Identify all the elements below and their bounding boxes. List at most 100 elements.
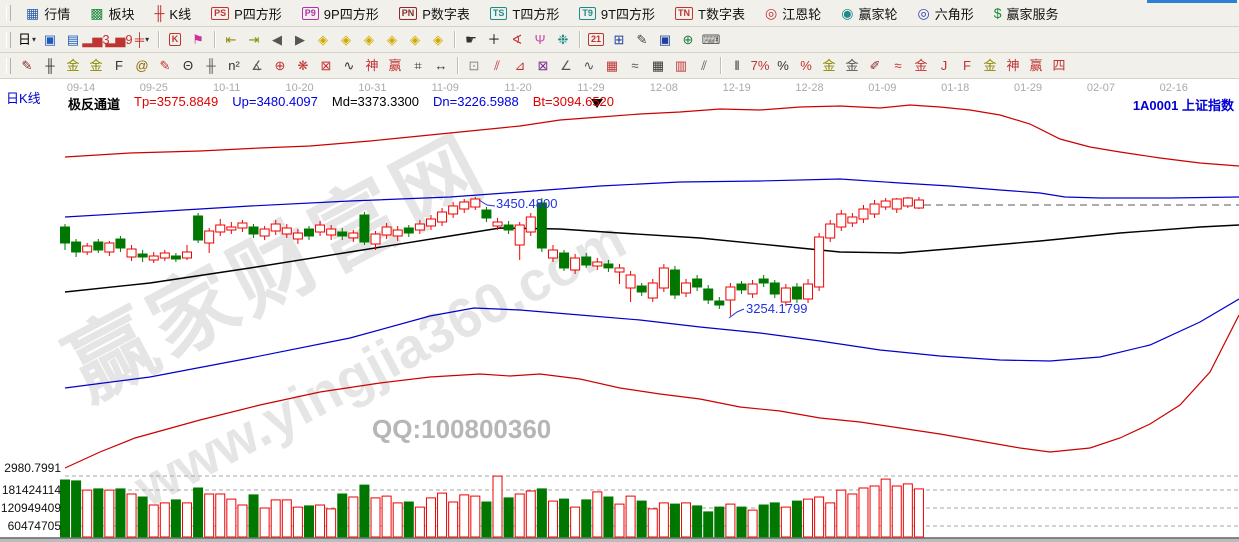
menu-item-quotes[interactable]: ▦行情	[17, 1, 79, 25]
menu-item-yingjia-service[interactable]: $赢家服务	[985, 1, 1068, 25]
gold-red-button[interactable]: 金	[910, 56, 932, 76]
bars-9-button[interactable]: ▂▅9	[108, 30, 130, 50]
golden-section-2-button[interactable]: 金	[85, 56, 107, 76]
shen-angle-icon: 神	[1006, 59, 1019, 73]
ray-fan-button[interactable]: ⫽	[486, 56, 508, 76]
grid-tool-button[interactable]: ▦	[601, 56, 623, 76]
go-first-button[interactable]: ⇤	[220, 30, 242, 50]
gold-angle-button[interactable]: 金	[979, 56, 1001, 76]
percent-button[interactable]: %	[772, 56, 794, 76]
menu-item-p-number-table[interactable]: PNP数字表	[390, 1, 479, 25]
menu-item-label: K线	[169, 4, 191, 23]
h-measure-button[interactable]: ↔	[430, 56, 452, 76]
diamond-all-button[interactable]: ◈	[427, 30, 449, 50]
vert-lines-button[interactable]: ╫	[39, 56, 61, 76]
save-button[interactable]: ▣	[654, 30, 676, 50]
volume-bar	[881, 479, 890, 537]
network-chart-button[interactable]: ▣	[39, 30, 61, 50]
gold-circle-button[interactable]: 金	[818, 56, 840, 76]
draw-pencil-2-button[interactable]: ✎	[154, 56, 176, 76]
print-button[interactable]: ⌨	[700, 30, 722, 50]
candle-edit-button[interactable]: ✐	[864, 56, 886, 76]
j-angle-button[interactable]: J	[933, 56, 955, 76]
time-lines-button[interactable]: ╫	[200, 56, 222, 76]
menu-item-9t-square[interactable]: T99T四方形	[570, 1, 664, 25]
menu-item-p-square[interactable]: PSP四方形	[202, 1, 291, 25]
candle-body	[449, 206, 458, 214]
crosshair-button[interactable]: ＋	[483, 30, 505, 50]
f-angle-button[interactable]: F	[956, 56, 978, 76]
toolbar-grip	[6, 58, 11, 74]
grid-tool-3-button[interactable]: ▥	[670, 56, 692, 76]
scale-bars-button[interactable]: ‖	[726, 56, 748, 76]
cycle-circle-button[interactable]: Θ	[177, 56, 199, 76]
go-last-button[interactable]: ⇥	[243, 30, 265, 50]
diamond-left-button[interactable]: ◈	[312, 30, 334, 50]
menu-item-t-square[interactable]: TST四方形	[481, 1, 568, 25]
menu-item-yingjia-wheel[interactable]: ◉赢家轮	[832, 1, 906, 25]
period-day-button[interactable]: 日▾	[16, 30, 38, 50]
gold-line-button[interactable]: 金	[841, 56, 863, 76]
hand-tool-button[interactable]: ☛	[460, 30, 482, 50]
fibonacci-button[interactable]: F	[108, 56, 130, 76]
parallel-lines-button[interactable]: ⫽	[693, 56, 715, 76]
diamond-h-collapse-button[interactable]: ◈	[381, 30, 403, 50]
ying-angle-button[interactable]: 赢	[1025, 56, 1047, 76]
candle-style-button[interactable]: ╪▾	[131, 30, 153, 50]
angle-line-button[interactable]: ∡	[246, 56, 268, 76]
box-rays-button[interactable]: ⊿	[509, 56, 531, 76]
angle-tool-button[interactable]: ∢	[506, 30, 528, 50]
volume-bar	[637, 501, 646, 537]
wave-mark-button[interactable]: ∿	[338, 56, 360, 76]
kline-chart[interactable]: 赢家财富网www.yingjia360.comQQ:1008003603450.…	[0, 0, 1239, 541]
calendar-button[interactable]: 21	[585, 30, 607, 50]
menu-item-hexagon[interactable]: ◎六角形	[908, 1, 982, 25]
grid-123-button[interactable]: ⌗	[407, 56, 429, 76]
percent-line-button[interactable]: %	[795, 56, 817, 76]
four-angle-button[interactable]: 四	[1048, 56, 1070, 76]
percent-icon: %	[777, 59, 789, 73]
candle-body	[304, 229, 313, 236]
spiral-button[interactable]: @	[131, 56, 153, 76]
web-link-button[interactable]: ⊕	[677, 30, 699, 50]
menu-item-t-number-table[interactable]: TNT数字表	[666, 1, 754, 25]
menu-item-kline[interactable]: ╫K线	[146, 1, 201, 25]
n-square-button[interactable]: n²	[223, 56, 245, 76]
menu-item-sectors[interactable]: ▩板块	[81, 1, 143, 25]
diamond-v-expand-button[interactable]: ◈	[404, 30, 426, 50]
spider-web-button[interactable]: ❋	[292, 56, 314, 76]
bars-3-button[interactable]: ▂▅3	[85, 30, 107, 50]
wave-lines-button[interactable]: ∿	[578, 56, 600, 76]
grid-x-button[interactable]: ⊠	[315, 56, 337, 76]
bars-9-icon: ▂▅9	[105, 33, 132, 47]
fan-lines-button[interactable]: ∠	[555, 56, 577, 76]
wave-small-button[interactable]: ≈	[624, 56, 646, 76]
grid-tool-2-button[interactable]: ▦	[647, 56, 669, 76]
draw-pencil-button[interactable]: ✎	[16, 56, 38, 76]
diamond-right-button[interactable]: ◈	[335, 30, 357, 50]
prev-bar-button[interactable]: ◀	[266, 30, 288, 50]
golden-section-button[interactable]: 金	[62, 56, 84, 76]
ying-tool-button[interactable]: 赢	[384, 56, 406, 76]
shen-angle-button[interactable]: 神	[1002, 56, 1024, 76]
box-web-button[interactable]: ⊠	[532, 56, 554, 76]
wave-channel-button[interactable]: ≈	[887, 56, 909, 76]
clipboard-button[interactable]: ▤	[62, 30, 84, 50]
percent-down-button[interactable]: 7%	[749, 56, 771, 76]
flag-button[interactable]: ⚑	[187, 30, 209, 50]
candle-body	[249, 227, 258, 234]
menu-item-gann-wheel[interactable]: ◎江恩轮	[756, 1, 830, 25]
k-pattern-button[interactable]: K	[164, 30, 186, 50]
shell-tool-button[interactable]: ❉	[552, 30, 574, 50]
gann-shape-button[interactable]: Ψ	[529, 30, 551, 50]
frame-tool-button[interactable]: ⊡	[463, 56, 485, 76]
diamond-h-expand-button[interactable]: ◈	[358, 30, 380, 50]
shen-tool-button[interactable]: 神	[361, 56, 383, 76]
next-bar-button[interactable]: ▶	[289, 30, 311, 50]
gann-crosshair-button[interactable]: ⊕	[269, 56, 291, 76]
menu-item-9p-square[interactable]: P99P四方形	[293, 1, 388, 25]
calculator-button[interactable]: ⊞	[608, 30, 630, 50]
diamond-right-icon: ◈	[341, 33, 351, 47]
notes-button[interactable]: ✎	[631, 30, 653, 50]
frame-tool-icon: ⊡	[469, 59, 480, 73]
